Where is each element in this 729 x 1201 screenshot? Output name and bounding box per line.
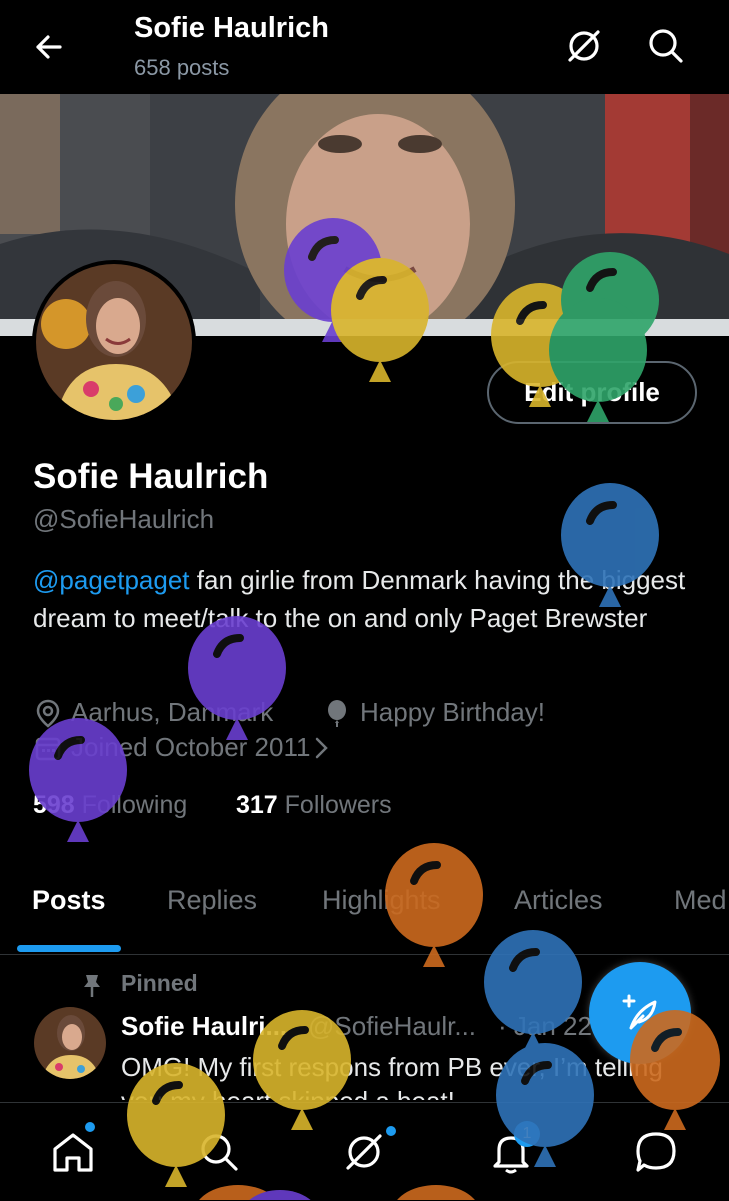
location-text: Aarhus, Danmark [71, 697, 274, 727]
birthday-text: Happy Birthday! [360, 697, 545, 727]
followers-link[interactable]: 317 Followers [236, 791, 392, 820]
tab-posts[interactable]: Posts [32, 885, 106, 916]
post-text[interactable]: OMG! My first respons from PB ever, I’m … [121, 1050, 681, 1100]
search-icon[interactable] [645, 25, 687, 67]
following-link[interactable]: 598 Following [33, 791, 187, 820]
top-bar [0, 0, 729, 94]
tab-articles[interactable]: Articles [514, 885, 603, 916]
grok-icon[interactable] [340, 1128, 388, 1176]
profile-joined[interactable]: Joined October 2011 [33, 732, 340, 763]
grok-icon[interactable] [563, 25, 605, 67]
post-author-handle[interactable]: @SofieHaulr... [308, 1011, 476, 1042]
post-avatar[interactable] [34, 1007, 106, 1079]
post-author-name[interactable]: Sofie Haulri... [121, 1011, 287, 1042]
profile-display-name: Sofie Haulrich [33, 457, 269, 496]
calendar-icon [35, 737, 61, 760]
compose-post-button[interactable] [589, 962, 691, 1064]
tab-media[interactable]: Med [674, 885, 727, 916]
header-post-count: 658 posts [134, 55, 230, 80]
profile-handle: @SofieHaulrich [33, 504, 215, 534]
following-count: 598 [33, 791, 75, 819]
edit-profile-button[interactable]: Edit profile [487, 361, 697, 424]
home-notification-dot [83, 1120, 97, 1134]
grok-notification-dot [384, 1124, 398, 1138]
following-label: Following [74, 791, 188, 819]
profile-birthday: Happy Birthday! [322, 697, 545, 728]
joined-text: Joined October 2011 [71, 732, 311, 762]
notification-badge: 1 [514, 1121, 540, 1147]
post-date[interactable]: · Jan 22 [498, 1011, 592, 1042]
followers-label: Followers [277, 791, 392, 819]
back-arrow-icon[interactable] [30, 28, 68, 66]
tab-replies[interactable]: Replies [167, 885, 257, 916]
profile-avatar[interactable] [32, 260, 196, 424]
tab-divider [0, 954, 729, 955]
home-icon[interactable] [49, 1128, 97, 1176]
tab-highlights[interactable]: Highlights [322, 885, 441, 916]
location-pin-icon [36, 699, 60, 728]
chevron-right-icon [316, 737, 329, 758]
header-title: Sofie Haulrich [134, 12, 329, 44]
pinned-label: Pinned [121, 970, 198, 996]
profile-bio: @pagetpaget fan girlie from Denmark havi… [33, 561, 713, 637]
search-icon[interactable] [195, 1128, 243, 1176]
active-tab-indicator [17, 945, 121, 952]
messages-icon[interactable] [632, 1128, 680, 1176]
followers-count: 317 [236, 791, 278, 819]
balloon-icon [328, 699, 346, 727]
bio-mention-link[interactable]: @pagetpaget [33, 565, 190, 595]
pin-icon [84, 975, 100, 997]
profile-location: Aarhus, Danmark [33, 697, 273, 728]
feather-plus-icon [622, 994, 657, 1030]
